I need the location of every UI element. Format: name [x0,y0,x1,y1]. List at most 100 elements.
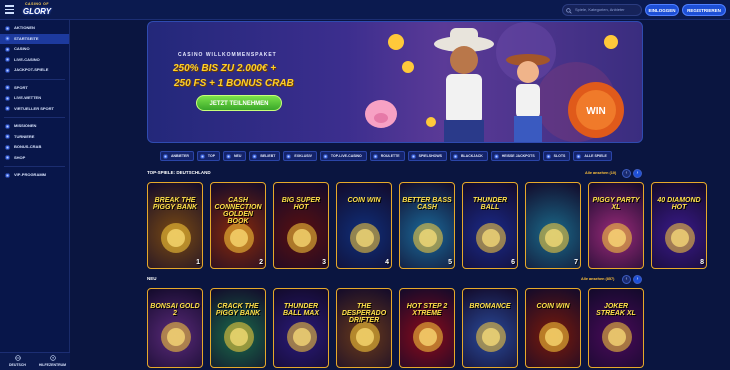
game-title: THUNDER BALL [472,197,508,211]
game-rank: 8 [700,259,704,266]
game-title: THE DESPERADO DRIFTER [341,303,387,324]
game-tile[interactable]: BONSAI GOLD 2 [147,288,203,368]
game-tile[interactable]: THUNDER BALL 6 [462,182,518,269]
category-neu[interactable]: NEU [223,151,247,161]
sidebar-item-label: JACKPOT-SPIELE [14,67,49,73]
game-artwork [476,223,506,253]
category-label: HEISSE JACKPOTS [501,154,535,158]
search-icon [566,7,572,14]
game-rank: 1 [196,259,200,266]
game-tile[interactable]: BREAK THE PIGGY BANK 1 [147,182,203,269]
sidebar-item-missionen[interactable]: MISSIONEN [0,121,69,132]
game-tile[interactable]: BROMANCE [462,288,518,368]
category-beliebt[interactable]: BELIEBT [249,151,281,161]
category-slots[interactable]: SLOTS [542,151,571,161]
game-tile[interactable]: PIGGY PARTY XL [588,182,644,269]
game-artwork [602,223,632,253]
sidebar-item-live-wetten[interactable]: LIVE-WETTEN [0,93,69,104]
sidebar-divider [4,166,65,167]
sidebar-item-sport[interactable]: SPORT [0,83,69,94]
game-title: BREAK THE PIGGY BANK [152,197,198,211]
game-tile[interactable]: CASH CONNECTION GOLDEN BOOK 2 [210,182,266,269]
category-blackjack[interactable]: BLACKJACK [450,151,488,161]
sidebar-divider [4,117,65,118]
help-center-button[interactable]: ? HILFEZENTRUM [35,353,70,370]
game-tile[interactable]: HOT STEP 2 XTREME [399,288,455,368]
svg-text:WIN: WIN [586,106,605,117]
category-label: BLACKJACK [461,154,483,158]
language-button[interactable]: DEUTSCH [0,353,35,370]
diamond-icon [286,154,291,158]
game-title: COIN WIN [536,303,570,310]
see-all-top-games[interactable]: Alle ansehen (10) [585,171,616,175]
sidebar-divider [4,78,65,80]
category-alle-spiele[interactable]: ALLE SPIELE [573,151,612,161]
category-spielshows[interactable]: SPIELSHOWS [407,151,447,161]
help-center-label: HILFEZENTRUM [38,363,67,367]
game-tile[interactable]: BETTER BASS CASH 5 [399,182,455,269]
category-exklusiv[interactable]: EXKLUSIV [283,151,317,161]
login-button[interactable]: EINLOGGEN [645,4,679,16]
next-arrow-top[interactable]: › [633,169,642,178]
register-button[interactable]: REGISTRIEREN [682,4,726,16]
join-now-button[interactable]: JETZT TEILNEHMEN [196,95,282,111]
prev-arrow-top[interactable]: ‹ [622,169,631,178]
category-anbieter[interactable]: ANBIETER [160,151,194,161]
game-rank: 7 [574,259,578,266]
game-rank: 4 [385,259,389,266]
sidebar-footer: DEUTSCH ? HILFEZENTRUM [0,352,70,370]
crown-icon [5,173,10,178]
sidebar-item-vip-programm[interactable]: VIP-PROGRAMM [0,170,69,181]
sidebar-item-aktionen[interactable]: AKTIONEN [0,23,69,34]
game-tile[interactable]: 7 [525,182,581,269]
game-tile[interactable]: 40 DIAMOND HOT 8 [651,182,707,269]
game-tile[interactable]: BIG SUPER HOT 3 [273,182,329,269]
home-icon [5,36,10,41]
prev-arrow-new[interactable]: ‹ [622,275,631,284]
game-title: BONSAI GOLD 2 [150,303,200,317]
game-tile[interactable]: THUNDER BALL MAX [273,288,329,368]
sidebar-item-virtueller-sport[interactable]: VIRTUELLER SPORT [0,104,69,115]
category-roulette[interactable]: ROULETTE [369,151,405,161]
game-title: PIGGY PARTY XL [592,197,640,211]
hamburger-menu-icon[interactable] [5,5,14,14]
new-games-row: BONSAI GOLD 2 CRACK THE PIGGY BANK THUNDER… [147,288,644,368]
category-top-live-casino[interactable]: TOP-LIVE-CASINO [319,151,367,161]
next-arrow-new[interactable]: › [633,275,642,284]
game-tile[interactable]: CRACK THE PIGGY BANK [210,288,266,368]
see-all-new-games[interactable]: Alle ansehen (857) [581,277,614,281]
sidebar-item-label: TURNIERE [14,133,35,139]
banner-headline-2: 250 FS + 1 BONUS CRAB [174,78,294,89]
sidebar-item-label: LIVE-CASINO [14,56,40,62]
crab-icon [5,145,10,150]
game-tile[interactable]: THE DESPERADO DRIFTER [336,288,392,368]
casino-logo[interactable]: CASINO OF GLORY [17,2,57,18]
category-heisse-jackpots[interactable]: HEISSE JACKPOTS [490,151,540,161]
roulette-icon [373,154,378,158]
sidebar-item-startseite[interactable]: STARTSEITE [0,33,69,44]
category-top[interactable]: TOP [196,151,221,161]
category-label: ALLE SPIELE [584,154,607,158]
cards-icon [453,154,458,158]
welcome-banner[interactable]: WIN CASINO WILLKOMMENSPAKET 250% BIS ZU … [147,21,643,143]
sidebar-item-bonus-crab[interactable]: BONUS-CRAB [0,142,69,153]
sidebar-item-live-casino[interactable]: LIVE-CASINO [0,55,69,66]
search-input[interactable]: Spiele, Kategorien, Anbieter [562,4,642,16]
heart-icon [252,154,257,158]
sidebar-item-label: VIRTUELLER SPORT [14,105,55,111]
game-title: BETTER BASS CASH [402,197,452,211]
game-tile[interactable]: COIN WIN [525,288,581,368]
game-tile[interactable]: COIN WIN 4 [336,182,392,269]
game-tile[interactable]: JOKER STREAK XL [588,288,644,368]
target-icon [5,124,10,129]
sidebar-item-casino[interactable]: CASINO [0,44,69,55]
sidebar-item-jackpot-spiele[interactable]: JACKPOT-SPIELE [0,65,69,76]
sidebar-item-turniere[interactable]: TURNIERE [0,132,69,143]
game-artwork [602,322,632,352]
sidebar-item-shop[interactable]: SHOP [0,153,69,164]
game-rank: 5 [448,259,452,266]
sidebar-item-label: MISSIONEN [14,123,37,129]
category-label: ROULETTE [380,154,400,158]
sidebar-item-label: STARTSEITE [14,35,39,41]
sidebar-item-label: VIP-PROGRAMM [14,172,46,178]
